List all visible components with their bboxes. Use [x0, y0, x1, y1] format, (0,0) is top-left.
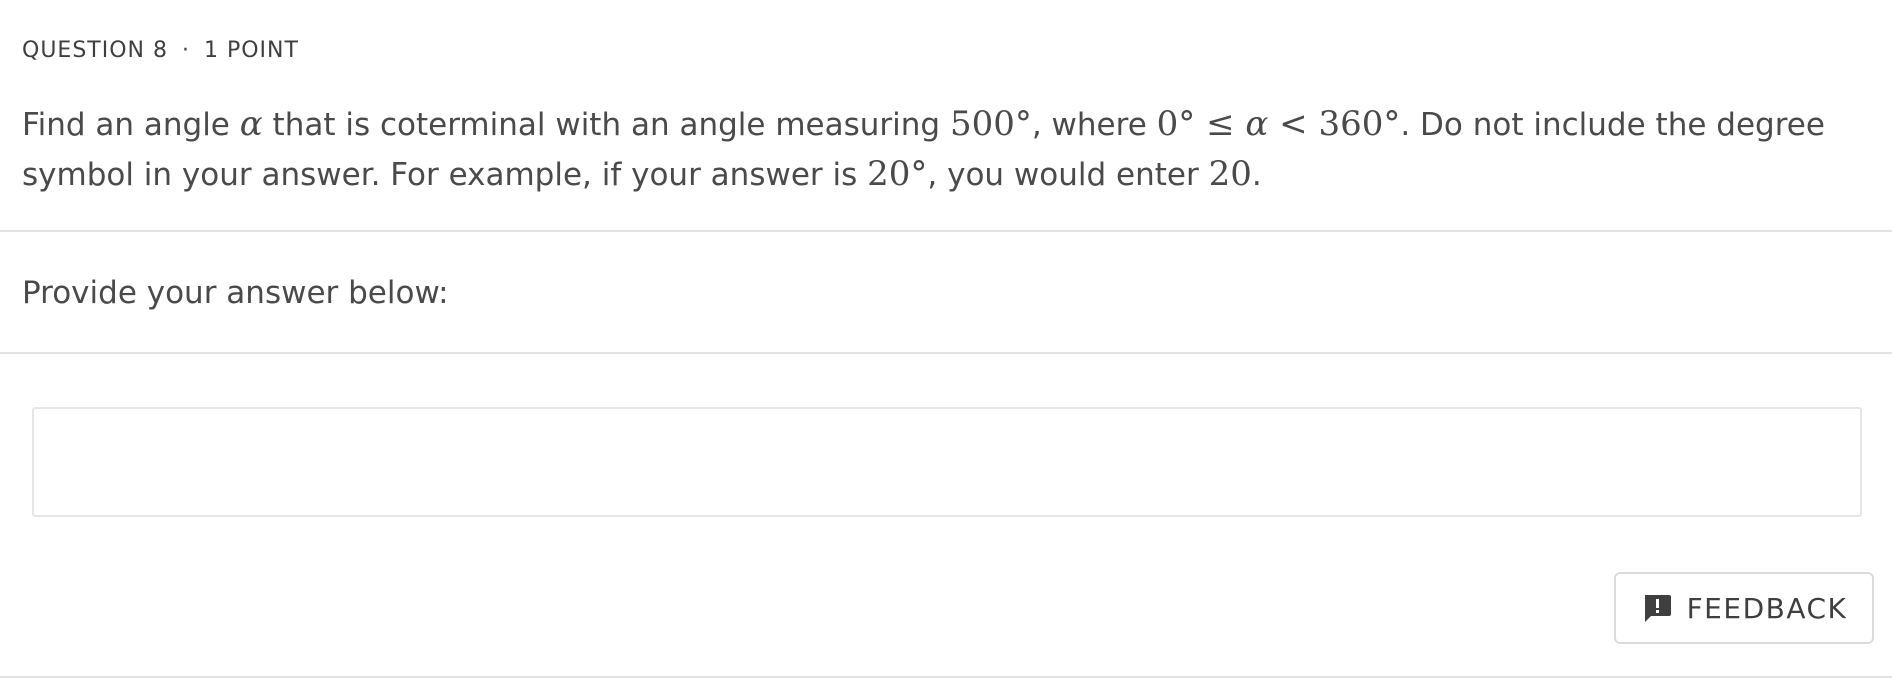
divider [0, 352, 1892, 354]
prompt-text: Find an angle [22, 107, 240, 143]
bottom-divider [0, 676, 1892, 678]
prompt-text: . [1251, 157, 1262, 193]
feedback-icon [1641, 592, 1673, 624]
answer-instruction: Provide your answer below: [22, 275, 449, 311]
prompt-text: that is coterminal with an angle measuri… [262, 107, 950, 143]
feedback-button[interactable]: FEEDBACK [1614, 572, 1874, 644]
question-points: 1 POINT [203, 38, 299, 63]
prompt-text: , you would enter [927, 157, 1209, 193]
math-20-degrees: 20° [867, 154, 928, 194]
answer-input[interactable] [32, 407, 1862, 517]
math-20: 20 [1208, 154, 1252, 194]
question-header: QUESTION 8 · 1 POINT [22, 38, 299, 63]
question-prompt: Find an angle α that is coterminal with … [22, 100, 1872, 200]
question-number: QUESTION 8 [22, 38, 168, 63]
math-alpha: α [239, 104, 263, 144]
divider [0, 230, 1892, 232]
math-range: 0° ≤ α < 360° [1156, 104, 1401, 144]
math-500-degrees: 500° [949, 104, 1032, 144]
feedback-label: FEEDBACK [1686, 591, 1848, 625]
prompt-text: , where [1031, 107, 1157, 143]
header-separator: · [181, 38, 190, 63]
